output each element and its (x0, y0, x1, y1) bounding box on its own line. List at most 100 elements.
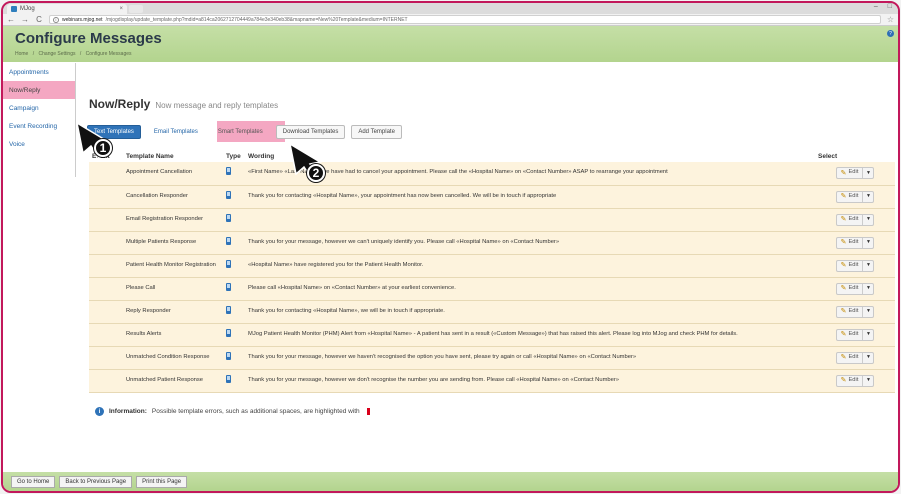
type-cell (223, 208, 245, 232)
edit-dropdown-chevron-icon[interactable]: ▼ (863, 192, 873, 202)
type-cell (223, 231, 245, 255)
add-template-button[interactable]: Add Template (351, 125, 402, 139)
edit-dropdown-chevron-icon[interactable]: ▼ (863, 330, 873, 340)
edit-dropdown-chevron-icon[interactable]: ▼ (863, 307, 873, 317)
print-this-page-button[interactable]: Print this Page (136, 475, 188, 488)
edit-button[interactable]: ✎ Edit (837, 283, 864, 294)
forward-arrow-icon[interactable]: → (21, 15, 29, 24)
help-icon[interactable]: ? (887, 30, 894, 37)
column-header-type: Type (223, 151, 245, 162)
edit-button[interactable]: ✎ Edit (837, 306, 864, 317)
close-tab-icon[interactable]: × (119, 6, 123, 12)
edit-button[interactable]: ✎ Edit (837, 237, 864, 248)
edit-label: Edit (848, 353, 859, 360)
edit-dropdown-chevron-icon[interactable]: ▼ (863, 376, 873, 386)
maximize-button[interactable]: □ (888, 3, 892, 10)
event-cell (89, 185, 123, 209)
new-tab-button[interactable] (129, 5, 143, 13)
template-name-cell: Unmatched Patient Response (123, 369, 223, 393)
edit-label: Edit (848, 169, 859, 176)
sidebar-item-event-recording[interactable]: Event Recording (3, 117, 75, 135)
event-cell (89, 323, 123, 347)
edit-dropdown-chevron-icon[interactable]: ▼ (863, 261, 873, 271)
pencil-icon: ✎ (840, 307, 847, 315)
type-cell (223, 254, 245, 278)
table-row: Unmatched Condition Response Thank you fo… (89, 346, 895, 370)
wording-cell: Thank you for your message, however we c… (245, 231, 815, 255)
event-cell (89, 346, 123, 370)
sms-phone-icon (226, 351, 231, 360)
site-info-icon[interactable]: i (53, 16, 59, 23)
section-title: Now/Reply Now message and reply template… (89, 97, 278, 111)
go-to-home-button[interactable]: Go to Home (11, 475, 56, 488)
sms-phone-icon (226, 213, 231, 222)
table-row: Email Registration Responder ✎ Edit ▼ (89, 208, 895, 232)
edit-button-group: ✎ Edit ▼ (835, 305, 875, 318)
pencil-icon: ✎ (840, 330, 847, 338)
templates-table: Event Template Name Type Wording Select … (89, 151, 895, 393)
sms-phone-icon (226, 236, 231, 245)
select-cell: ✎ Edit ▼ (815, 369, 895, 393)
edit-button[interactable]: ✎ Edit (837, 375, 864, 386)
edit-dropdown-chevron-icon[interactable]: ▼ (863, 284, 873, 294)
smart-templates-button[interactable]: Smart Templates (211, 125, 270, 139)
sidebar-item-voice[interactable]: Voice (3, 135, 75, 153)
edit-button[interactable]: ✎ Edit (837, 352, 864, 363)
edit-button[interactable]: ✎ Edit (837, 329, 864, 340)
tab-bar: MJog × – □ (3, 3, 898, 14)
bookmark-star-icon[interactable]: ☆ (887, 15, 894, 24)
sidebar-item-campaign[interactable]: Campaign (3, 99, 75, 117)
edit-button[interactable]: ✎ Edit (837, 168, 864, 179)
breadcrumb-separator: / (79, 51, 82, 57)
edit-dropdown-chevron-icon[interactable]: ▼ (863, 238, 873, 248)
template-name-cell: Multiple Patients Response (123, 231, 223, 255)
event-cell (89, 254, 123, 278)
table-row: Cancellation Responder Thank you for cont… (89, 185, 895, 209)
edit-dropdown-chevron-icon[interactable]: ▼ (863, 215, 873, 225)
minimize-button[interactable]: – (874, 3, 878, 10)
select-cell: ✎ Edit ▼ (815, 208, 895, 232)
back-arrow-icon[interactable]: ← (7, 15, 15, 24)
wording-cell: Thank you for your message, however we d… (245, 369, 815, 393)
reload-icon[interactable]: C (35, 15, 43, 24)
sms-phone-icon (226, 328, 231, 337)
breadcrumb-change-settings[interactable]: Change Settings (39, 51, 76, 57)
sms-phone-icon (226, 282, 231, 291)
sidebar-item-appointments[interactable]: Appointments (3, 63, 75, 81)
template-name-cell: Patient Health Monitor Registration (123, 254, 223, 278)
edit-button[interactable]: ✎ Edit (837, 214, 864, 225)
back-to-previous-page-button[interactable]: Back to Previous Page (59, 475, 133, 488)
sms-phone-icon (226, 190, 231, 199)
download-templates-button[interactable]: Download Templates (275, 125, 346, 139)
url-host: webinars.mjog.net (62, 16, 103, 23)
callout-2: 2 (307, 164, 325, 182)
templates-table-body: Appointment Cancellation «First Name» «La… (89, 162, 895, 393)
email-templates-button[interactable]: Email Templates (147, 125, 205, 139)
template-name-cell: Cancellation Responder (123, 185, 223, 209)
select-cell: ✎ Edit ▼ (815, 323, 895, 347)
table-row: Reply Responder Thank you for contacting … (89, 300, 895, 324)
wording-cell: «Hospital Name» have registered you for … (245, 254, 815, 278)
wording-cell (245, 208, 815, 232)
type-cell (223, 323, 245, 347)
select-cell: ✎ Edit ▼ (815, 300, 895, 324)
table-row: Results Alerts MJog Patient Health Monito… (89, 323, 895, 347)
url-input[interactable]: i webinars.mjog.net/mjogdisplay/update_t… (49, 15, 881, 24)
breadcrumb-home[interactable]: Home (15, 51, 28, 57)
information-text: Possible template errors, such as additi… (151, 408, 360, 415)
event-cell (89, 277, 123, 301)
edit-dropdown-chevron-icon[interactable]: ▼ (863, 353, 873, 363)
edit-button[interactable]: ✎ Edit (837, 191, 864, 202)
edit-button-group: ✎ Edit ▼ (835, 167, 875, 180)
template-name-cell: Results Alerts (123, 323, 223, 347)
information-label: Information: (109, 408, 147, 415)
edit-button-group: ✎ Edit ▼ (835, 236, 875, 249)
error-highlight-swatch (366, 408, 370, 415)
sidebar-item-now-reply[interactable]: Now/Reply (3, 81, 75, 99)
type-cell (223, 162, 245, 186)
edit-button-group: ✎ Edit ▼ (835, 282, 875, 295)
template-toolbar: Text Templates Email Templates Smart Tem… (87, 125, 402, 139)
edit-dropdown-chevron-icon[interactable]: ▼ (863, 168, 873, 178)
edit-button[interactable]: ✎ Edit (837, 260, 864, 271)
browser-tab[interactable]: MJog × (7, 4, 127, 14)
